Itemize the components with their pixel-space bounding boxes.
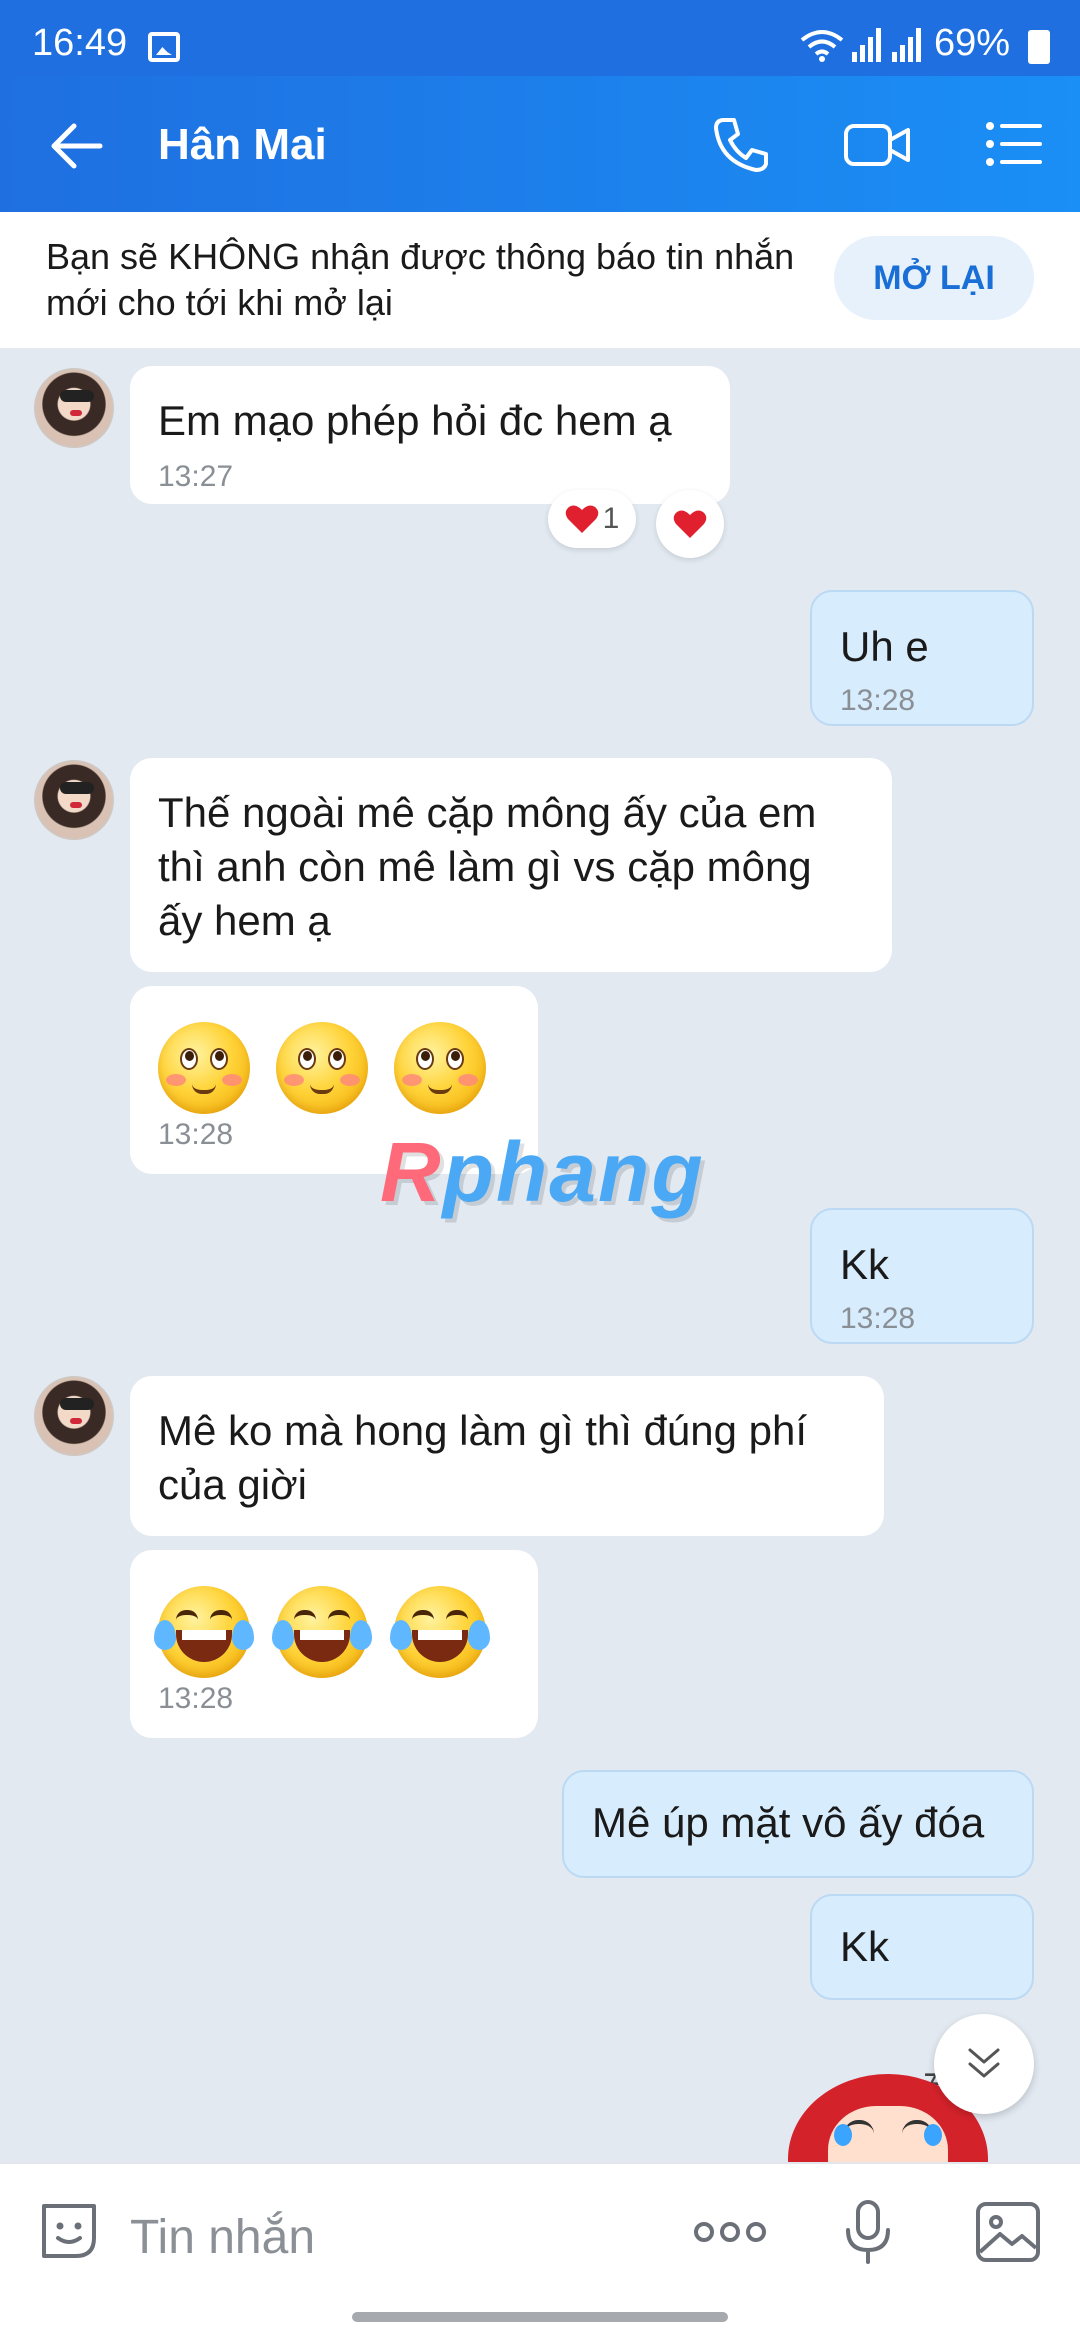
contact-avatar[interactable] (34, 368, 114, 448)
watermark: Rphang (380, 1125, 705, 1219)
muted-notice-text: Bạn sẽ KHÔNG nhận được thông báo tin nhắ… (46, 236, 795, 323)
image-gallery-icon[interactable] (972, 2196, 1044, 2268)
message-text: Mê úp mặt vô ấy đóa (592, 1799, 985, 1846)
home-indicator[interactable] (352, 2312, 728, 2322)
message-bubble-sent[interactable]: Uh e 13:28 (810, 590, 1034, 726)
message-bubble-received[interactable]: Mê ko mà hong làm gì thì đúng phí của gi… (130, 1376, 884, 1536)
menu-list-icon[interactable] (982, 112, 1046, 176)
message-text: Kk (840, 1923, 890, 1970)
signal-icon-2 (892, 28, 922, 70)
message-input[interactable]: Tin nhắn (130, 2210, 315, 2265)
signal-icon (852, 28, 882, 70)
message-bubble-received[interactable]: Em mạo phép hỏi đc hem ạ 13:27 (130, 366, 730, 504)
contact-name[interactable]: Hân Mai (158, 120, 327, 170)
heart-icon (565, 504, 599, 534)
scroll-to-bottom-button[interactable] (934, 2014, 1034, 2114)
message-text: Kk (840, 1241, 890, 1288)
tears-of-joy-emoji-icon (154, 1586, 254, 1678)
chat-header: Hân Mai (0, 76, 1080, 212)
message-time: 13:28 (840, 1302, 916, 1335)
gallery-notification-icon (148, 32, 180, 62)
tears-of-joy-emoji-icon (272, 1586, 372, 1678)
phone-call-icon[interactable] (710, 112, 774, 176)
message-bubble-sent[interactable]: Kk (810, 1894, 1034, 2000)
contact-avatar[interactable] (34, 760, 114, 840)
battery-level: 69% (934, 22, 1011, 64)
emoji-row (158, 1022, 510, 1114)
message-text: Thế ngoài mê cặp mông ấy của em thì anh … (158, 789, 817, 944)
contact-avatar[interactable] (34, 1376, 114, 1456)
message-bubble-sent[interactable]: Kk 13:28 (810, 1208, 1034, 1344)
message-time: 13:28 (840, 684, 916, 717)
heart-icon (673, 509, 707, 539)
message-bubble-sent[interactable]: Mê úp mặt vô ấy đóa (562, 1770, 1034, 1878)
video-call-icon[interactable] (842, 112, 910, 176)
message-text: Em mạo phép hỏi đc hem ạ (158, 397, 672, 444)
more-options-icon[interactable] (690, 2196, 766, 2268)
muted-notice-banner: Bạn sẽ KHÔNG nhận được thông báo tin nhắ… (0, 212, 1080, 348)
message-time: 13:28 (158, 1118, 234, 1151)
wifi-icon (800, 28, 844, 70)
message-bubble-received[interactable]: 13:28 (130, 1550, 538, 1738)
emoji-row (154, 1586, 510, 1678)
microphone-icon[interactable] (832, 2196, 904, 2268)
rolling-eyes-emoji-icon (394, 1022, 486, 1114)
rolling-eyes-emoji-icon (158, 1022, 250, 1114)
message-text: Mê ko mà hong làm gì thì đúng phí của gi… (158, 1407, 808, 1508)
reaction-count: 1 (602, 502, 620, 535)
reaction-summary[interactable]: 1 (548, 490, 636, 548)
reopen-notifications-button[interactable]: MỞ LẠI (834, 236, 1034, 320)
status-bar: 16:49 69% (0, 0, 1080, 76)
message-text: Uh e (840, 623, 929, 670)
message-time: 13:28 (158, 1682, 234, 1715)
back-arrow-icon[interactable] (46, 116, 106, 176)
message-bubble-received[interactable]: Thế ngoài mê cặp mông ấy của em thì anh … (130, 758, 892, 972)
sticker-icon[interactable] (36, 2198, 102, 2264)
react-heart-button[interactable] (656, 490, 724, 558)
rolling-eyes-emoji-icon (276, 1022, 368, 1114)
battery-icon (1028, 30, 1050, 64)
status-time: 16:49 (32, 22, 128, 64)
tears-of-joy-emoji-icon (390, 1586, 490, 1678)
double-chevron-down-icon (968, 2048, 1000, 2078)
message-time: 13:27 (158, 460, 234, 493)
